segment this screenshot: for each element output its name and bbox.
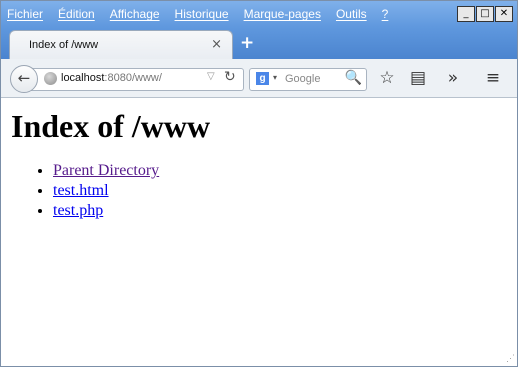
url-path: :8080/www/ — [104, 72, 162, 84]
page-heading: Index of /www — [11, 108, 211, 144]
tab-title: Index of /www — [29, 39, 99, 51]
resize-grip-icon[interactable]: ⋰ — [506, 353, 515, 364]
new-tab-icon[interactable]: + — [240, 33, 254, 53]
test-php-link[interactable]: test.php — [53, 202, 103, 219]
url-text: localhost:8080/www/ — [61, 72, 162, 84]
page-content: Index of /www Parent Directory test.html… — [1, 98, 517, 366]
reload-icon[interactable]: ↻ — [224, 69, 236, 85]
globe-icon — [44, 72, 57, 85]
search-placeholder: Google — [285, 73, 321, 85]
menu-bar: Fichier Édition Affichage Historique Mar… — [7, 7, 388, 21]
menu-item-historique[interactable]: Historique — [175, 7, 229, 21]
list-item: test.html — [53, 181, 159, 201]
menu-item-affichage[interactable]: Affichage — [110, 7, 160, 21]
menu-item-fichier[interactable]: Fichier — [7, 7, 43, 21]
tab-active[interactable]: Index of /www × — [9, 30, 233, 60]
back-button[interactable]: ← — [10, 65, 38, 93]
menu-item-marque-pages[interactable]: Marque-pages — [244, 7, 321, 21]
hamburger-menu-icon[interactable]: ≡ — [482, 68, 504, 88]
title-bar: Fichier Édition Affichage Historique Mar… — [1, 1, 517, 60]
minimize-button[interactable]: _ — [457, 6, 475, 22]
history-dropdown-icon[interactable]: ▽ — [207, 71, 215, 82]
search-bar[interactable]: g ▾ Google 🔍 — [249, 68, 367, 91]
directory-list: Parent Directory test.html test.php — [13, 161, 159, 221]
overflow-chevron-icon[interactable]: » — [442, 68, 464, 88]
menu-item-outils[interactable]: Outils — [336, 7, 367, 21]
url-host: localhost — [61, 72, 105, 84]
tab-close-icon[interactable]: × — [211, 37, 222, 52]
engine-dropdown-icon[interactable]: ▾ — [273, 73, 277, 82]
url-bar[interactable]: localhost:8080/www/ ▽ ↻ — [31, 68, 244, 91]
menu-item-help[interactable]: ? — [382, 7, 389, 21]
browser-window: Fichier Édition Affichage Historique Mar… — [0, 0, 518, 367]
bookmark-star-icon[interactable]: ☆ — [376, 68, 398, 88]
window-controls: _ □ ✕ — [457, 6, 513, 22]
list-item: test.php — [53, 201, 159, 221]
google-engine-icon[interactable]: g — [256, 72, 269, 85]
close-window-button[interactable]: ✕ — [495, 6, 513, 22]
navigation-toolbar: localhost:8080/www/ ▽ ↻ ← g ▾ Google 🔍 ☆… — [1, 59, 517, 98]
list-item: Parent Directory — [53, 161, 159, 181]
maximize-button[interactable]: □ — [476, 6, 494, 22]
test-html-link[interactable]: test.html — [53, 182, 109, 199]
reading-list-icon[interactable]: ▤ — [407, 68, 429, 88]
parent-directory-link[interactable]: Parent Directory — [53, 162, 159, 179]
menu-item-edition[interactable]: Édition — [58, 7, 95, 21]
search-icon[interactable]: 🔍 — [345, 70, 362, 86]
